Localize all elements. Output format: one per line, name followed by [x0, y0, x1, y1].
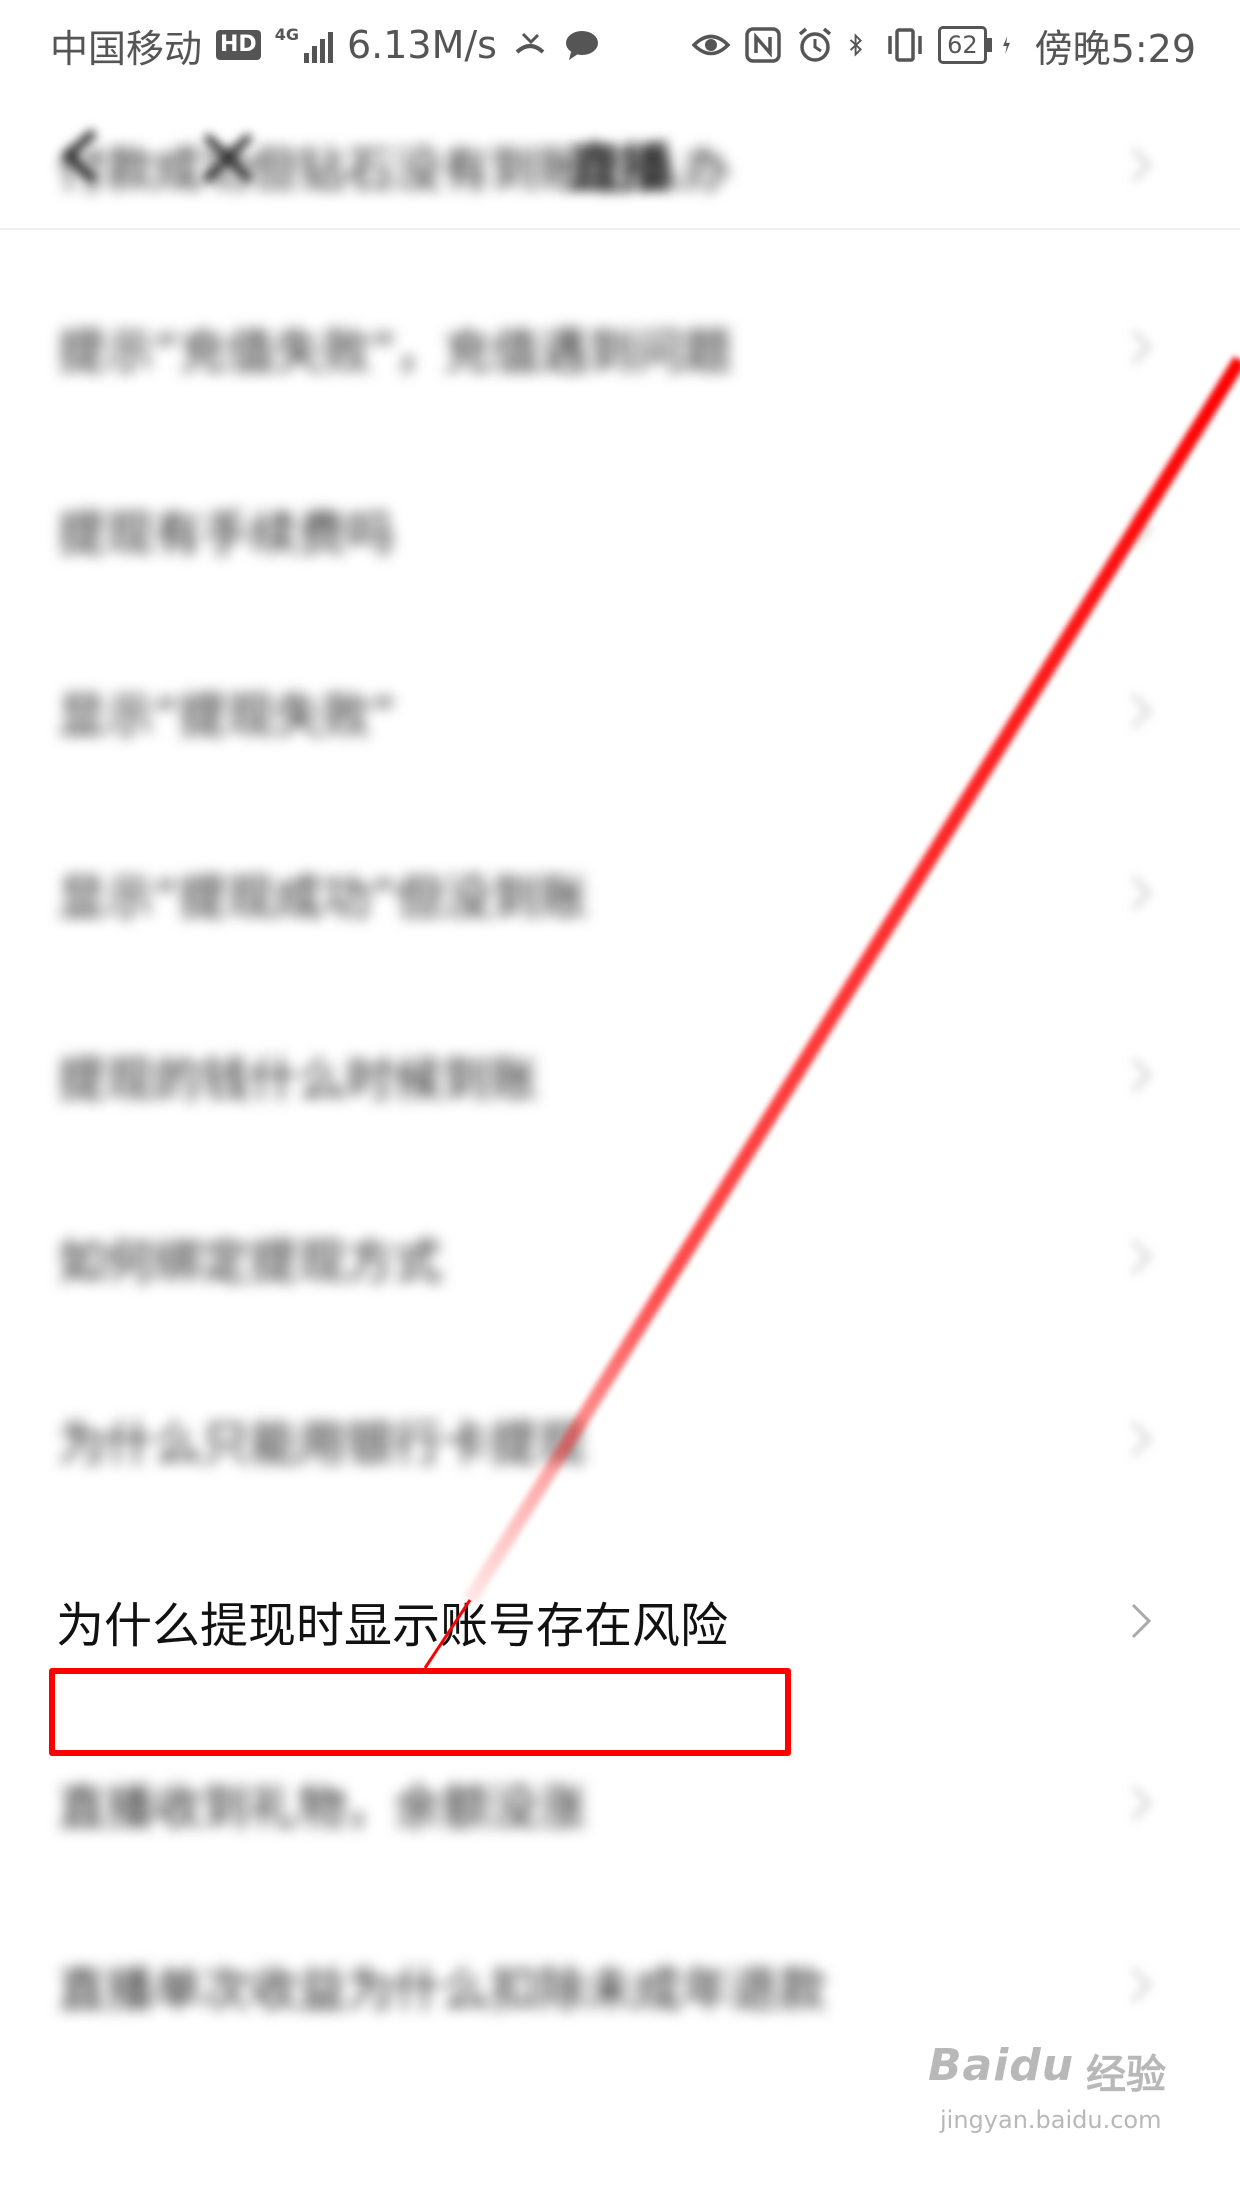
- charging-icon: [1002, 36, 1010, 54]
- signal-icon: 4G: [275, 27, 333, 63]
- chevron-right-icon: [1131, 511, 1152, 547]
- missed-call-icon: [515, 32, 545, 54]
- chevron-right-icon: [1131, 875, 1152, 911]
- faq-item[interactable]: 如何绑定提现方式: [0, 1166, 1240, 1348]
- chevron-right-icon: [1131, 1239, 1152, 1275]
- faq-item-label: 提现的钱什么时候到账: [58, 1052, 539, 1108]
- hd-badge: HD: [216, 30, 261, 60]
- chevron-right-icon: [1131, 1603, 1152, 1639]
- faq-item-label: 为什么提现时显示账号存在风险: [56, 1598, 729, 1654]
- alarm-icon: [798, 27, 832, 62]
- chevron-right-icon: [1131, 329, 1152, 365]
- faq-item-label: 提示“充值失败”，充值遇到问题: [58, 324, 732, 380]
- faq-item-label: 显示“提现成功”但没到账: [58, 870, 588, 926]
- faq-item-label: 直播单次收益为什么扣除未成年退款: [58, 1962, 827, 2018]
- eye-icon: [692, 34, 731, 56]
- network-type: 4G: [274, 25, 299, 44]
- chevron-right-icon: [1131, 693, 1152, 729]
- faq-item-label: 直播收到礼物，余额没涨: [58, 1780, 587, 1836]
- watermark-label: 经验: [1086, 2052, 1166, 2098]
- chevron-right-icon: [1131, 1967, 1152, 2003]
- annotation-highlight-box: [49, 1668, 791, 1756]
- watermark-logo: Baidu: [928, 2040, 1075, 2091]
- faq-item[interactable]: 付款成功但钻石没有到账怎么办: [0, 74, 1240, 256]
- faq-item-label: 如何绑定提现方式: [58, 1234, 443, 1290]
- baidu-jingyan-watermark: Baidu 经验 jingyan.baidu.com: [928, 2040, 1168, 2160]
- faq-item[interactable]: 提示“充值失败”，充值遇到问题: [0, 256, 1240, 438]
- faq-item[interactable]: 显示“提现失败”: [0, 620, 1240, 802]
- faq-item-label: 为什么只能用银行卡提现: [58, 1416, 587, 1472]
- faq-item[interactable]: 为什么只能用银行卡提现: [0, 1348, 1240, 1530]
- vibrate-icon: [888, 28, 922, 62]
- chevron-right-icon: [1131, 147, 1152, 183]
- carrier-name: 中国移动: [50, 26, 203, 71]
- chat-icon: [565, 31, 598, 60]
- clock-time: 傍晚5:29: [1034, 26, 1196, 71]
- chevron-right-icon: [1131, 1785, 1152, 1821]
- faq-item[interactable]: 显示“提现成功”但没到账: [0, 802, 1240, 984]
- faq-item[interactable]: 提现的钱什么时候到账: [0, 984, 1240, 1166]
- chevron-right-icon: [1131, 1057, 1152, 1093]
- faq-item-label: 显示“提现失败”: [58, 688, 396, 744]
- watermark-url: jingyan.baidu.com: [940, 2106, 1162, 2134]
- network-speed: 6.13M/s: [346, 23, 497, 67]
- chevron-right-icon: [1131, 1421, 1152, 1457]
- faq-item-label: 付款成功但钻石没有到账怎么办: [58, 142, 731, 198]
- faq-item-label: 提现有手续费吗: [58, 506, 395, 562]
- battery-icon: 62: [938, 26, 992, 64]
- nfc-icon: [745, 27, 781, 63]
- bluetooth-icon: [849, 33, 863, 57]
- faq-item[interactable]: 提现有手续费吗: [0, 438, 1240, 620]
